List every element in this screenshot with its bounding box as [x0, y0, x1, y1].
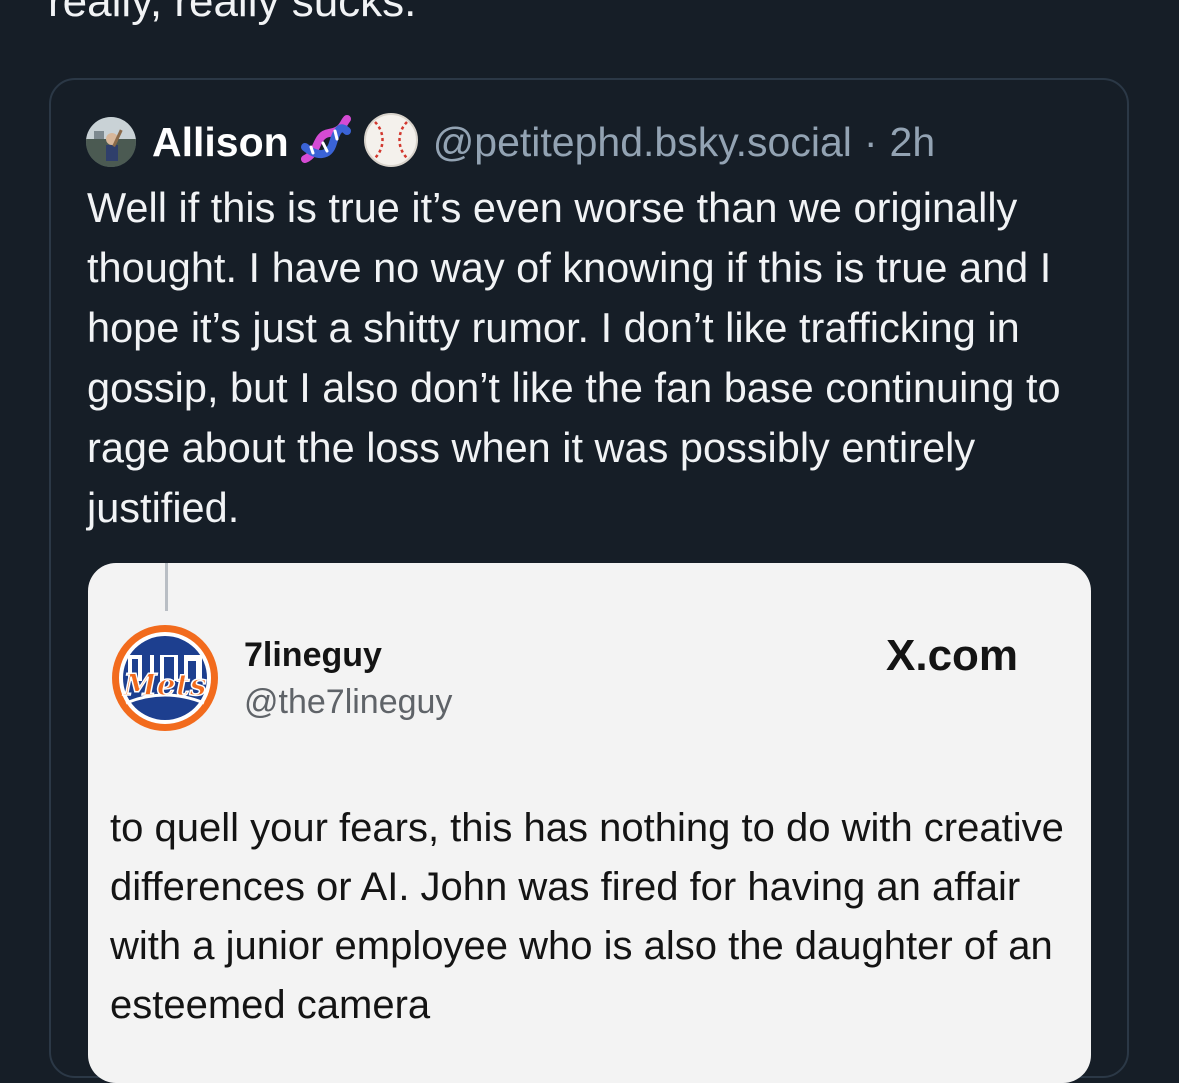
embed-post-text: to quell your fears, this has nothing to…	[110, 806, 1064, 1027]
dna-icon	[299, 113, 353, 172]
separator-dot: ·	[863, 118, 878, 165]
author-handle[interactable]: @petitephd.bsky.social	[433, 119, 852, 166]
thread-line	[165, 563, 168, 611]
author-avatar[interactable]	[86, 117, 136, 167]
author-display-name[interactable]: Allison	[152, 119, 289, 166]
mets-logo-avatar: Mets	[110, 623, 220, 733]
embed-author-handle: @the7lineguy	[244, 683, 453, 721]
post-timestamp[interactable]: 2h	[890, 119, 936, 166]
post-text-fragment: really, really sucks.	[48, 0, 417, 26]
embedded-image-card[interactable]: Mets 7lineguy @the7lineguy X.com to quel…	[88, 563, 1091, 1083]
x-logo: X.com	[886, 631, 1019, 680]
quoted-post-author-row: Allison @petitephd.bsky.social · 2h	[86, 112, 935, 172]
quoted-post-text: Well if this is true it’s even worse tha…	[87, 184, 1061, 531]
mets-logo-text: Mets	[122, 668, 206, 703]
baseball-icon	[363, 112, 419, 173]
embed-author-name: 7lineguy	[244, 636, 382, 674]
